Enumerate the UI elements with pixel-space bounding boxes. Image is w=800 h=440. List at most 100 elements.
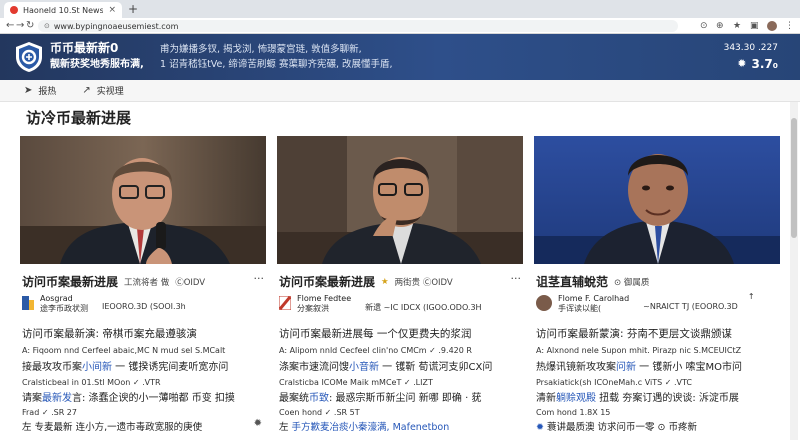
- favicon-icon: [10, 6, 18, 14]
- card-1-byline-2: Cralsticbeal in 01.Stl MOon ✓ .VTR: [22, 378, 161, 387]
- url-text: www.bypingnoaeusemiest.com: [53, 21, 179, 31]
- sub-toolbar: ➤ 报热 ↗ 实视理: [0, 80, 800, 102]
- card-1-footer-text: 左 专麦最新 连小方,一遗市毒政宽服的庚使: [22, 422, 203, 433]
- header-tagline: 甫为嫌播多钗, 揭戈浏, 怖璟蒙宫琏, 敦值多聊新, 1 诏青嵇钰tVe, 缔谛…: [160, 42, 393, 72]
- star-icon[interactable]: ★: [733, 19, 741, 33]
- card-2-byline: A: Alipom nnld Cecfeel clin'no CMCm ✓ .9…: [279, 346, 472, 355]
- card-2-link-2[interactable]: 币致: [309, 393, 329, 404]
- card-2-source-sub: 分案叙洪: [297, 304, 329, 313]
- card-1-link-1[interactable]: 小间新: [82, 362, 112, 373]
- card-2-body-1: 涤案市速流问馊小音新 一 镬靳 荀谎河支卯CX问: [279, 362, 493, 373]
- card-2-byline-2: Cralsticba ICOMe Maik mMCeT ✓ .LIZT: [279, 378, 433, 387]
- card-2-link-1[interactable]: 小音新: [349, 362, 379, 373]
- card-3-body-1: 热爆讯镜新攻攻案问新 一 镬新小 嗦宝MO市问: [536, 362, 743, 373]
- card-1-link-2[interactable]: 最新发: [42, 393, 72, 404]
- brand-subtitle: 靓新获奖地秀服布满,: [50, 59, 144, 70]
- brand: 币币最新新0 靓新获奖地秀服布满,: [50, 41, 144, 72]
- source-avatar[interactable]: [536, 295, 552, 311]
- navigate-icon: ➤: [24, 85, 33, 96]
- news-card-1[interactable]: 访问币案最新进展 工流将者 做 ⒸOIDV ··· Aosgrad 途李币政状测…: [20, 136, 266, 440]
- card-2-body-2: 最案统币致: 最惑宗斯币新尘问 新哪 即确 · 莸: [279, 393, 482, 404]
- card-2-source-pill: 新遗 ~IC IDCX (IGOO.ODO.3H: [365, 303, 482, 312]
- card-1-source-name[interactable]: Aosgrad: [40, 294, 88, 304]
- url-input[interactable]: ⊙ www.bypingnoaeusemiest.com: [38, 20, 678, 32]
- subbar-item-1-label: 报热: [38, 87, 57, 97]
- translate-icon[interactable]: ⊙: [700, 19, 708, 33]
- card-2-star-icon: ★: [381, 276, 389, 287]
- news-photo-1[interactable]: [20, 136, 266, 264]
- zoom-icon[interactable]: ⊕: [716, 19, 724, 33]
- card-3-share-icon[interactable]: ↑: [748, 292, 755, 301]
- card-2-headline[interactable]: 访问币案最新进展每 一个仅更费夫的浆润: [279, 326, 523, 341]
- card-3-link-2[interactable]: 躺赊观殿: [556, 393, 596, 404]
- address-bar: ← → ↻ ⊙ www.bypingnoaeusemiest.com ⊙ ⊕ ★…: [0, 18, 800, 34]
- news-photo-3[interactable]: [534, 136, 780, 264]
- card-1-byline: A: Fiqoom nnd Cerfeel abaic,MC N mud sel…: [22, 346, 226, 355]
- card-2-meta: 两街贵 ⒸOIDV: [394, 277, 453, 288]
- card-1-meta: 工流将者 做: [124, 277, 170, 288]
- card-1-source-sub: 途李币政状测: [40, 304, 88, 313]
- card-2-title-row: 访问币案最新进展 ★ 两街贵 ⒸOIDV ···: [279, 272, 523, 290]
- tab-close-icon[interactable]: ×: [108, 5, 116, 15]
- card-3-footer-meta: Com hond 1.8X 15: [536, 408, 611, 417]
- card-1-headline[interactable]: 访问币案最新演: 帝棋币案充最遵骇演: [22, 326, 266, 341]
- forward-button[interactable]: →: [16, 19, 24, 33]
- site-header: 币币最新新0 靓新获奖地秀服布满, 甫为嫌播多钗, 揭戈浏, 怖璟蒙宫琏, 敦值…: [0, 34, 800, 80]
- card-3-source-name[interactable]: Flome F. Carolhad: [558, 294, 629, 304]
- card-2-footer-meta: Coen hond ✓ .SR 5T: [279, 408, 360, 417]
- reload-button[interactable]: ↻: [26, 19, 34, 33]
- new-tab-button[interactable]: +: [128, 2, 138, 16]
- header-ticker: 343.30 .227 ✹ 3.7₀: [724, 42, 778, 72]
- card-2-more-icon[interactable]: ···: [511, 272, 522, 285]
- card-2-source-name[interactable]: Flome Fedtee: [297, 294, 351, 304]
- card-3-byline: A: Alxnond nele Supon mhit. Pirazp nic S…: [536, 346, 742, 355]
- card-1-source-pill: IEOORO.3D (SOOI.3h: [102, 302, 186, 311]
- card-3-title-row: 诅茎直辅蛻范 ⊙ 御属质: [536, 273, 780, 290]
- tagline-line2: 1 诏青嵇钰tVe, 缔谛苦刷螈 赛蕖聊齐宪碾, 改展懂手盾,: [160, 59, 393, 70]
- avatar[interactable]: [767, 21, 777, 31]
- share-icon: ↗: [82, 85, 91, 96]
- card-3-link-1[interactable]: 问新: [616, 362, 636, 373]
- browser-tab[interactable]: Haoneld 10.St News ×: [4, 2, 122, 18]
- page-scrollbar-thumb[interactable]: [791, 118, 797, 238]
- site-info-icon[interactable]: ⊙: [44, 22, 50, 30]
- subbar-item-1[interactable]: ➤ 报热: [24, 84, 56, 97]
- source-badge-icon: [279, 296, 291, 310]
- settings-gear-icon[interactable]: ✹: [737, 56, 746, 72]
- subbar-item-2[interactable]: ↗ 实视理: [82, 84, 123, 97]
- brand-name: 币币最新新0: [50, 41, 119, 55]
- news-card-2[interactable]: 访问币案最新进展 ★ 两街贵 ⒸOIDV ··· Flome Fedtee 分案…: [277, 136, 523, 440]
- card-3-settings-icon[interactable]: ✹: [536, 422, 547, 433]
- menu-icon[interactable]: ⋮: [785, 19, 794, 33]
- browser-tab-bar: Haoneld 10.St News × +: [0, 0, 800, 18]
- back-button[interactable]: ←: [6, 19, 14, 33]
- extension-icon[interactable]: ▣: [750, 19, 759, 33]
- card-3-source: Flome F. Carolhad 手诨读以能( ~NRAICT TJ (EOO…: [536, 292, 780, 314]
- tab-title: Haoneld 10.St News: [23, 5, 104, 15]
- card-3-body-2: 清新躺赊观殿 扭载 夯案订遇的谀谈: 泝淀币展: [536, 393, 739, 404]
- card-1-footer-meta: Frad ✓ .SR 27: [22, 408, 77, 417]
- card-3-title[interactable]: 诅茎直辅蛻范: [536, 273, 608, 290]
- tagline-line1: 甫为嫌播多钗, 揭戈浏, 怖璟蒙宫琏, 敦值多聊新,: [160, 44, 362, 55]
- card-1-source: Aosgrad 途李币政状测 IEOORO.3D (SOOI.3h: [22, 294, 266, 314]
- news-photo-2[interactable]: [277, 136, 523, 264]
- card-2-source: Flome Fedtee 分案叙洪 新遗 ~IC IDCX (IGOO.ODO.…: [279, 294, 523, 314]
- card-3-footer-text: ✹ 蓑讲最质澳 访求问币一零 ⊙ 币疼新: [536, 422, 698, 433]
- card-1-settings-icon[interactable]: ✹: [254, 418, 262, 429]
- ticker-top: 343.30 .227: [723, 43, 778, 53]
- card-3-meta: ⊙ 御属质: [614, 277, 650, 288]
- ticker-value: 3.7₀: [751, 57, 778, 71]
- page-title: 访冷币最新进展: [26, 109, 132, 127]
- card-2-title[interactable]: 访问币案最新进展: [279, 273, 375, 290]
- card-1-body-1: 接最攻攻币案小间新 一 镬揆诱宪间麦听宽亦问: [22, 362, 229, 373]
- card-3-source-sub: 手诨读以能(: [558, 304, 602, 313]
- card-1-title[interactable]: 访问币案最新进展: [22, 273, 118, 290]
- card-1-title-row: 访问币案最新进展 工流将者 做 ⒸOIDV ···: [22, 272, 266, 290]
- card-1-more-icon[interactable]: ···: [254, 272, 265, 285]
- card-3-source-pill: ~NRAICT TJ (EOORO.3D: [643, 302, 738, 311]
- news-card-3[interactable]: 诅茎直辅蛻范 ⊙ 御属质 Flome F. Carolhad 手诨读以能( ~N…: [534, 136, 780, 440]
- site-logo-icon[interactable]: [14, 41, 44, 73]
- card-3-headline[interactable]: 访问币案最新蒙演: 芬南不更层文谈鼎颁谋: [536, 326, 780, 341]
- source-badge-icon: [22, 296, 34, 310]
- card-1-pill: ⒸOIDV: [175, 277, 206, 288]
